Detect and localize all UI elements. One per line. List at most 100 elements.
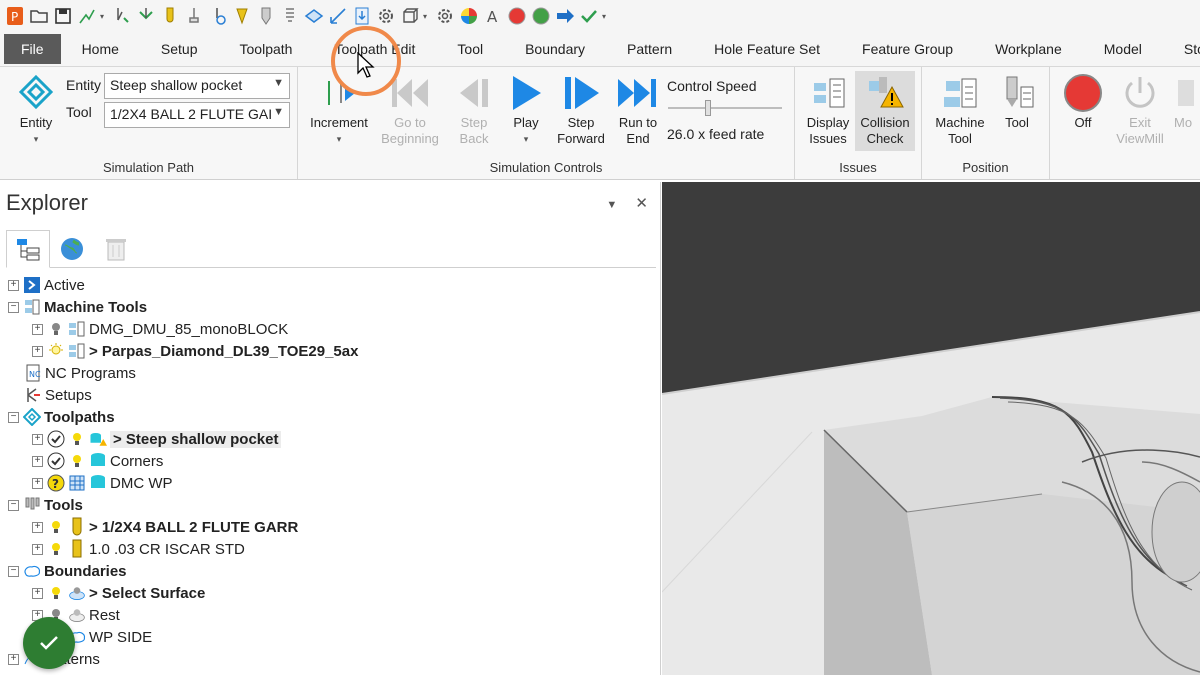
check-circle-icon [47, 452, 65, 470]
entity-select[interactable]: Steep shallow pocket ▼ [104, 73, 290, 99]
tab-home[interactable]: Home [61, 32, 140, 66]
chevron-down-icon[interactable]: ▾ [423, 12, 431, 21]
tree-item-machine[interactable]: + DMG_DMU_85_monoBLOCK [32, 318, 288, 340]
expand-icon[interactable]: + [8, 653, 19, 665]
viewmill-off-button[interactable]: Off [1060, 71, 1106, 131]
red-circle-icon [1060, 71, 1106, 115]
arrow-right-icon[interactable] [554, 5, 576, 27]
font-icon[interactable]: A [482, 5, 504, 27]
collapse-icon[interactable]: − [8, 499, 19, 511]
expand-icon[interactable]: + [32, 455, 43, 467]
step-back-button[interactable]: Step Back [446, 71, 502, 147]
approach-icon[interactable] [135, 5, 157, 27]
tree-item-cr-tool[interactable]: + 1.0 .03 CR ISCAR STD [32, 538, 245, 560]
color-wheel-icon[interactable] [458, 5, 480, 27]
explorer-globe-tab[interactable] [50, 230, 94, 268]
explorer-recycle-tab[interactable] [94, 230, 138, 268]
more-icon [1174, 71, 1200, 115]
tree-item-toolpaths[interactable]: − Toolpaths [8, 406, 115, 428]
collapse-icon[interactable]: − [8, 565, 19, 577]
gear-icon[interactable] [434, 5, 456, 27]
tool-icon[interactable] [159, 5, 181, 27]
plane-icon[interactable] [303, 5, 325, 27]
measure-icon[interactable] [327, 5, 349, 27]
tree-item-corners[interactable]: + Corners [32, 450, 163, 472]
entity-button[interactable]: Entity ▾ [6, 71, 66, 147]
tab-boundary[interactable]: Boundary [504, 32, 606, 66]
tree-item-dmc-wp[interactable]: + ? DMC WP [32, 472, 173, 494]
settings-icon[interactable] [375, 5, 397, 27]
chevron-down-icon[interactable]: ▾ [100, 12, 108, 21]
tab-toolpath[interactable]: Toolpath [219, 32, 314, 66]
open-folder-icon[interactable] [28, 5, 50, 27]
tree-item-ball-tool[interactable]: + > 1/2X4 BALL 2 FLUTE GARR [32, 516, 298, 538]
explorer-tree-tab[interactable] [6, 230, 50, 268]
step-forward-button[interactable]: Step Forward [550, 71, 612, 147]
tab-model[interactable]: Model [1083, 32, 1163, 66]
tab-workplane[interactable]: Workplane [974, 32, 1083, 66]
position-tool-button[interactable]: Tool [994, 71, 1040, 131]
cutter-icon[interactable] [255, 5, 277, 27]
exit-viewmill-button[interactable]: Exit ViewMill [1110, 71, 1170, 147]
toolpath-icon[interactable] [76, 5, 98, 27]
group-simulation-path: Entity ▾ Entity Tool Steep shallow pocke… [0, 67, 298, 179]
speed-slider-thumb[interactable] [704, 100, 711, 116]
tab-tool[interactable]: Tool [436, 32, 504, 66]
mouse-cursor-icon [357, 52, 375, 78]
powermill-logo-icon[interactable]: P [4, 5, 26, 27]
collapse-icon[interactable]: − [8, 411, 19, 423]
tree-item-select-surface[interactable]: + > Select Surface [32, 582, 205, 604]
tree-item-active[interactable]: + Active [8, 274, 85, 296]
globe-icon [61, 238, 83, 260]
thread-icon[interactable] [279, 5, 301, 27]
expand-icon[interactable]: + [32, 477, 43, 489]
expand-icon[interactable]: + [32, 323, 43, 335]
tool-position-icon [994, 71, 1040, 115]
run-to-end-button[interactable]: Run to End [614, 71, 662, 147]
tree-item-machine-active[interactable]: + > Parpas_Diamond_DL39_TOE29_5ax [32, 340, 358, 362]
customize-dropdown-icon[interactable]: ▾ [602, 12, 610, 21]
toolpaths-icon [23, 408, 41, 426]
box-icon[interactable] [399, 5, 421, 27]
machine-tool-button[interactable]: Machine Tool [928, 71, 992, 147]
speed-slider[interactable] [668, 100, 782, 116]
expand-icon[interactable]: + [8, 279, 19, 291]
collapse-icon[interactable]: − [8, 301, 19, 313]
tab-setup[interactable]: Setup [140, 32, 219, 66]
tab-hole-feature-set[interactable]: Hole Feature Set [693, 32, 841, 66]
display-issues-button[interactable]: Display Issues [801, 71, 855, 147]
tree-item-machine-tools[interactable]: − Machine Tools [8, 296, 147, 318]
tool-select[interactable]: 1/2X4 BALL 2 FLUTE GAI ▼ [104, 102, 290, 128]
stock-icon[interactable] [111, 5, 133, 27]
tab-feature-group[interactable]: Feature Group [841, 32, 974, 66]
check-icon[interactable] [578, 5, 600, 27]
expand-icon[interactable]: + [32, 433, 43, 445]
drill-icon[interactable] [183, 5, 205, 27]
tree-item-steep-shallow-pocket[interactable]: + > Steep shallow pocket [32, 428, 282, 450]
expand-icon[interactable]: + [32, 521, 43, 533]
tree-item-nc-programs[interactable]: NC NC Programs [24, 362, 136, 384]
green-circle-icon[interactable] [530, 5, 552, 27]
tab-stock-model[interactable]: Stock Model [1163, 32, 1200, 66]
import-icon[interactable] [351, 5, 373, 27]
tip-icon[interactable] [231, 5, 253, 27]
play-button[interactable]: Play ▾ [504, 71, 548, 147]
save-icon[interactable] [52, 5, 74, 27]
graphics-viewport[interactable] [662, 182, 1200, 675]
red-circle-icon[interactable] [506, 5, 528, 27]
probe-icon[interactable] [207, 5, 229, 27]
more-button[interactable]: Mo [1174, 71, 1200, 131]
expand-icon[interactable]: + [32, 587, 43, 599]
tree-item-boundaries[interactable]: − Boundaries [8, 560, 127, 582]
tree-item-setups[interactable]: Setups [24, 384, 92, 406]
step-forward-label: Step Forward [557, 115, 605, 146]
expand-icon[interactable]: + [32, 345, 43, 357]
tab-file[interactable]: File [4, 34, 61, 64]
close-icon[interactable]: ✕ [635, 195, 648, 212]
tree-item-tools[interactable]: − Tools [8, 494, 83, 516]
done-fab-button[interactable] [23, 617, 75, 669]
collision-check-button[interactable]: Collision Check [855, 71, 915, 151]
dropdown-arrow-icon[interactable]: ▼ [606, 199, 617, 211]
tab-pattern[interactable]: Pattern [606, 32, 693, 66]
expand-icon[interactable]: + [32, 543, 43, 555]
